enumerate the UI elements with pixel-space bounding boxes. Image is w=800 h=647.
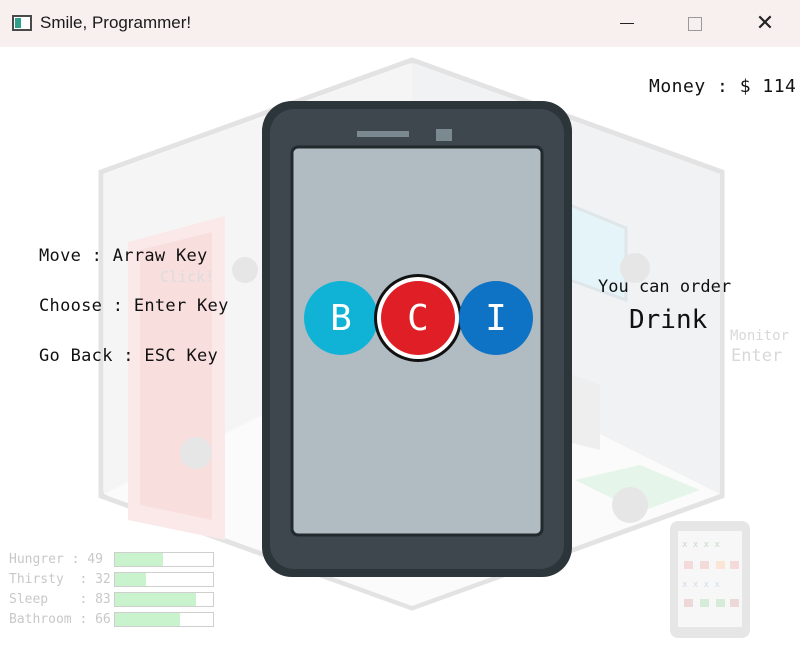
close-icon: ✕ [755,11,775,36]
order-item: Drink [629,305,708,335]
app-button-b[interactable]: B [304,281,378,355]
stat-fill [115,572,147,586]
svg-text:x x x x: x x x x [682,580,721,590]
stat-label: Sleep : 83 [9,591,111,607]
control-help-back: Go Back : ESC Key [39,346,219,366]
window-title: Smile, Programmer! [40,13,192,32]
monitor-hint-label: Monitor [730,328,790,344]
money-display: Money : $ 114 [649,76,797,97]
stat-hunger: Hungrer : 49 [9,551,214,567]
stat-fill [115,592,197,606]
monitor-hint-key: Enter [731,346,783,366]
stat-fill [115,612,180,626]
maximize-icon [688,16,702,31]
click-hint: Click! [160,268,215,286]
stat-bar [114,551,214,567]
app-button-c[interactable]: C [381,281,455,355]
stat-fill [115,552,164,566]
stat-label: Thirsty : 32 [9,571,111,587]
order-label: You can order [598,277,732,297]
close-button[interactable]: ✕ [742,0,788,47]
app-icon [12,15,32,31]
stat-sleep: Sleep : 83 [9,591,214,607]
minimize-icon [620,23,634,24]
app-button-i[interactable]: I [459,281,533,355]
stat-bar [114,571,214,587]
control-help-choose: Choose : Enter Key [39,296,229,316]
stat-bathroom: Bathroom : 66 [9,611,214,627]
control-help-move: Move : Arraw Key [39,246,208,266]
phone-icon[interactable]: x x x x x x x x [670,521,750,638]
stat-bar [114,591,214,607]
stat-bar [114,611,214,627]
stat-thirst: Thirsty : 32 [9,571,214,587]
title-bar: Smile, Programmer! ✕ [0,0,800,47]
minimize-button[interactable] [604,0,650,47]
maximize-button[interactable] [672,0,718,47]
svg-text:x x x x: x x x x [682,540,721,550]
stat-label: Hungrer : 49 [9,551,103,567]
stat-label: Bathroom : 66 [9,611,111,627]
